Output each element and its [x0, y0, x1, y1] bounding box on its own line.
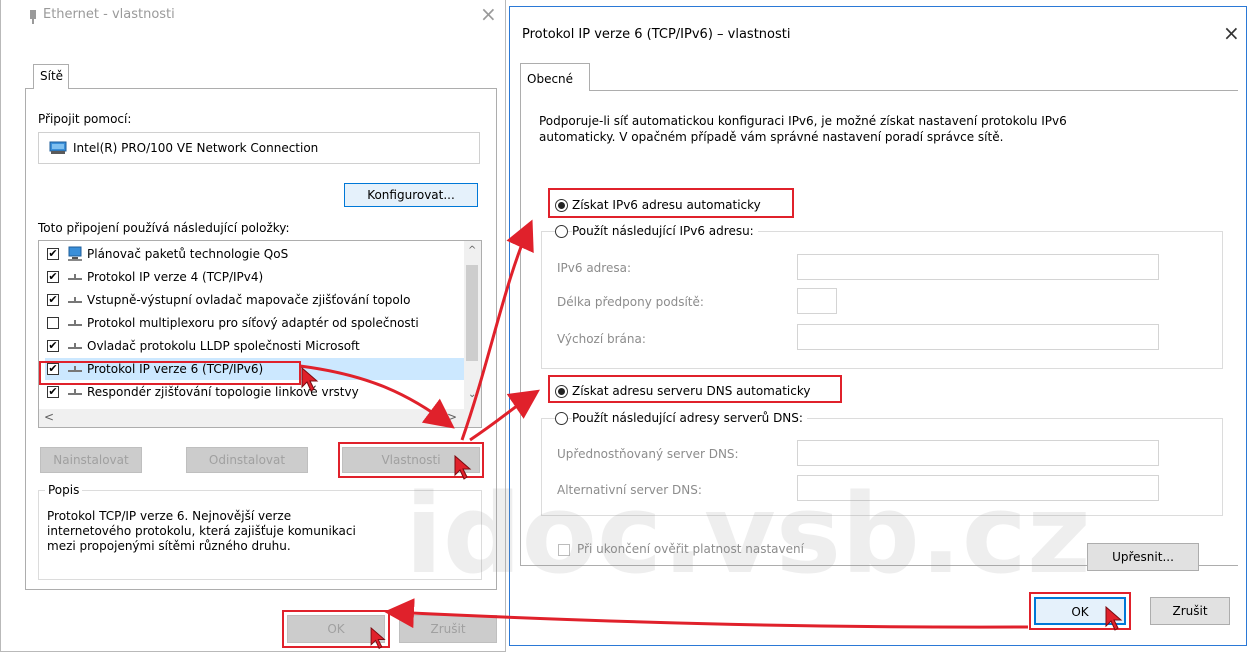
- cursor-icon: [370, 627, 386, 650]
- cursor-icon: [301, 367, 319, 392]
- tab-networking[interactable]: Sítě: [33, 64, 69, 89]
- cursor-icon: [454, 455, 472, 480]
- annotation-arrows: [299, 219, 1029, 629]
- cursor-icon: [1105, 606, 1123, 631]
- tab-general[interactable]: Obecné: [520, 63, 590, 91]
